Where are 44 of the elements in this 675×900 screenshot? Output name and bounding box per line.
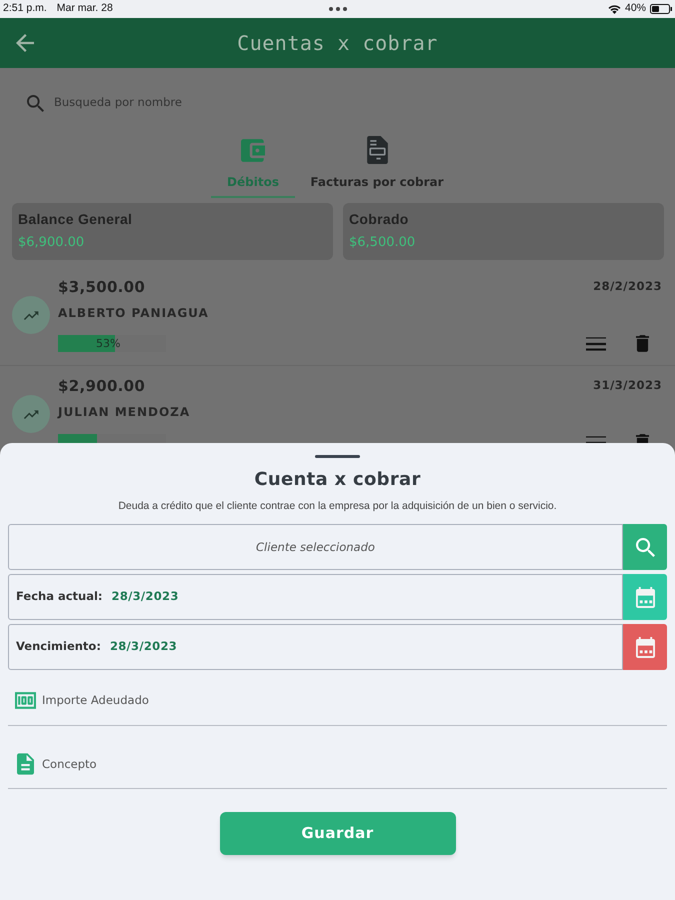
save-button[interactable]: Guardar [220,812,456,855]
wallet-icon [241,138,265,162]
status-date: Mar mar. 28 [56,1,113,16]
date-label: Fecha actual: [16,588,103,606]
client-field[interactable]: Cliente seleccionado [8,524,623,570]
debt-date: 28/2/2023 [593,278,662,296]
battery-icon [650,4,672,14]
client-name: JULIAN MENDOZA [58,404,190,421]
trend-icon [12,394,50,432]
document-icon [366,136,388,164]
date-label: Vencimiento: [16,638,101,656]
sheet-description: Deuda a crédito que el cliente contrae con la empresa por la adquisición de un bien o servicio. [118,499,557,513]
debt-amount: $2,900.00 [58,376,146,397]
trend-icon [12,296,50,334]
battery-percent: 40% [624,1,646,16]
back-arrow-icon[interactable] [16,34,34,52]
tab[interactable]: Facturas por cobrar [303,132,451,198]
search-icon [636,538,654,556]
date-field[interactable]: Fecha actual: 28/3/2023 [8,574,623,620]
calendar-icon [636,586,654,608]
card-amount: $6,900.00 [18,234,84,252]
calendar-icon [636,636,654,658]
card-title: Balance General [18,211,132,227]
debt-date: 31/3/2023 [593,377,662,394]
wifi-icon [608,4,621,14]
calendar-button[interactable] [623,624,667,670]
search-field[interactable]: Busqueda por nombre [54,94,354,112]
date-field[interactable]: Vencimiento: 28/3/2023 [8,624,623,670]
drag-handle[interactable] [315,455,360,458]
money-icon [15,692,36,708]
menu-icon[interactable] [586,336,606,350]
debt-amount: $3,500.00 [58,276,146,298]
app-title: Cuentas x cobrar [237,30,438,57]
more-dots-icon [328,7,346,11]
client-name: ALBERTO PANIAGUA [58,305,209,322]
document-icon [17,753,34,775]
card-amount: $6,500.00 [349,234,416,252]
status-time: 2:51 p.m. [3,1,47,16]
card-title: Cobrado [349,211,409,227]
sheet-title: Cuenta x cobrar [254,468,421,492]
search-icon [27,94,44,112]
date-value: 28/3/2023 [112,588,179,606]
search-button[interactable] [623,524,667,570]
date-value: 28/3/2023 [110,638,178,656]
